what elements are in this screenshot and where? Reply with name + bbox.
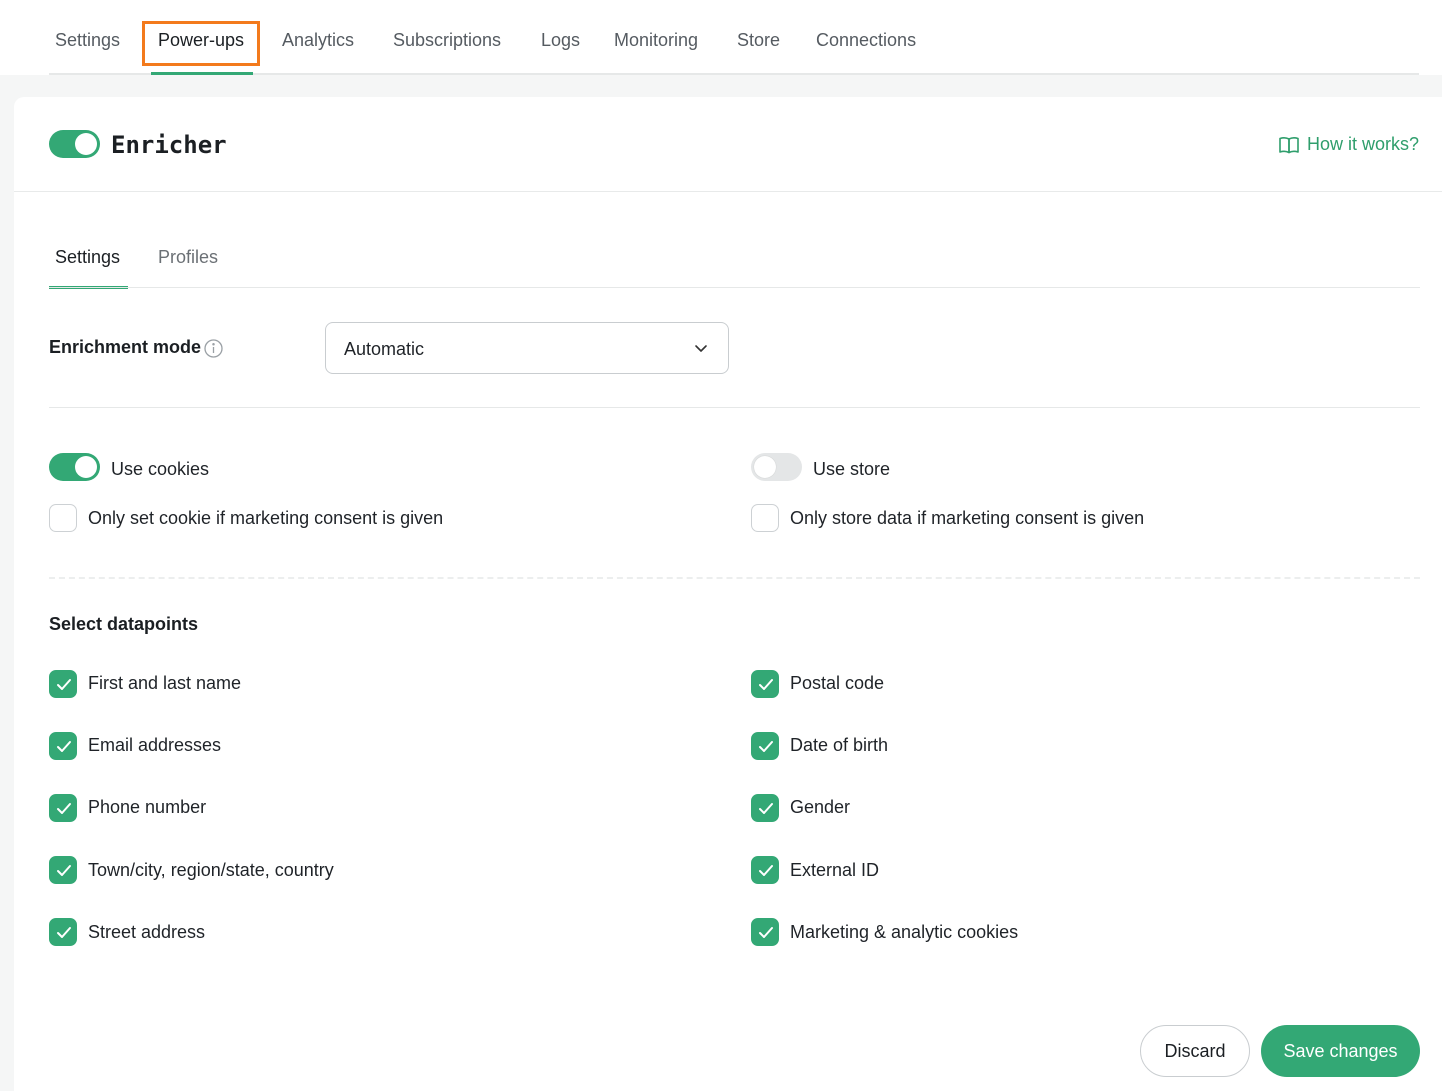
tab-store[interactable]: Store	[737, 30, 780, 51]
tab-analytics[interactable]: Analytics	[282, 30, 354, 51]
save-changes-button[interactable]: Save changes	[1261, 1025, 1420, 1077]
chevron-down-icon	[695, 345, 707, 352]
subtab-settings[interactable]: Settings	[55, 247, 120, 268]
datapoint-checkbox-name[interactable]	[49, 670, 77, 698]
datapoint-label-external-id: External ID	[790, 860, 880, 880]
datapoint-checkbox-birth[interactable]	[751, 732, 779, 760]
enricher-toggle[interactable]	[49, 130, 100, 158]
toggle-knob	[754, 456, 776, 478]
check-icon	[57, 865, 71, 876]
how-it-works-label: How it works?	[1306, 134, 1419, 154]
enrichment-divider	[49, 407, 1420, 408]
toggle-knob	[75, 456, 97, 478]
datapoint-checkbox-postal[interactable]	[751, 670, 779, 698]
how-it-works-link[interactable]: How it works?	[1279, 134, 1419, 155]
check-icon	[57, 803, 71, 814]
subtabs-divider	[49, 287, 1420, 288]
check-icon	[759, 865, 773, 876]
check-icon	[759, 927, 773, 938]
book-icon	[1279, 136, 1299, 153]
check-icon	[57, 679, 71, 690]
tab-connections[interactable]: Connections	[816, 30, 916, 51]
datapoint-checkbox-email[interactable]	[49, 732, 77, 760]
tab-subscriptions[interactable]: Subscriptions	[393, 30, 501, 51]
top-nav-divider	[49, 73, 1419, 75]
datapoint-checkbox-cookies[interactable]	[751, 918, 779, 946]
datapoint-checkbox-phone[interactable]	[49, 794, 77, 822]
section-divider	[49, 577, 1420, 579]
highlight-box	[142, 21, 260, 66]
store-consent-label: Only store data if marketing consent is …	[790, 508, 1145, 528]
subtab-profiles[interactable]: Profiles	[158, 247, 218, 268]
store-consent-checkbox[interactable]	[751, 504, 779, 532]
datapoint-label-gender: Gender	[790, 797, 851, 817]
enrichment-mode-label: Enrichment mode	[49, 337, 202, 357]
info-icon[interactable]	[204, 339, 223, 358]
datapoint-label-cookies: Marketing & analytic cookies	[790, 922, 1019, 942]
use-store-label: Use store	[813, 459, 891, 479]
datapoints-heading: Select datapoints	[49, 614, 199, 634]
check-icon	[57, 741, 71, 752]
active-tab-indicator	[151, 72, 253, 75]
check-icon	[759, 803, 773, 814]
datapoint-checkbox-street[interactable]	[49, 918, 77, 946]
datapoint-label-birth: Date of birth	[790, 735, 889, 755]
enrichment-mode-select[interactable]: Automatic	[325, 322, 729, 374]
cookie-consent-label: Only set cookie if marketing consent is …	[88, 508, 444, 528]
tab-monitoring[interactable]: Monitoring	[614, 30, 698, 51]
check-icon	[759, 679, 773, 690]
datapoint-label-postal: Postal code	[790, 673, 885, 693]
use-store-toggle[interactable]	[751, 453, 802, 481]
toggle-knob	[75, 133, 97, 155]
check-icon	[57, 927, 71, 938]
datapoint-checkbox-location[interactable]	[49, 856, 77, 884]
datapoint-label-location: Town/city, region/state, country	[88, 860, 334, 880]
top-navigation: Settings Power-ups Analytics Subscriptio…	[0, 0, 1442, 75]
discard-button[interactable]: Discard	[1140, 1025, 1250, 1077]
datapoint-checkbox-external-id[interactable]	[751, 856, 779, 884]
card-header: Enricher How it works?	[14, 97, 1442, 192]
page-title: Enricher	[111, 131, 227, 159]
datapoint-label-name: First and last name	[88, 673, 242, 693]
enrichment-mode-value: Automatic	[344, 339, 425, 359]
datapoint-label-street: Street address	[88, 922, 206, 942]
check-icon	[759, 741, 773, 752]
tab-settings[interactable]: Settings	[55, 30, 120, 51]
datapoint-checkbox-gender[interactable]	[751, 794, 779, 822]
tab-logs[interactable]: Logs	[541, 30, 580, 51]
use-cookies-toggle[interactable]	[49, 453, 100, 481]
datapoint-label-phone: Phone number	[88, 797, 207, 817]
datapoint-label-email: Email addresses	[88, 735, 222, 755]
use-cookies-label: Use cookies	[111, 459, 210, 479]
cookie-consent-checkbox[interactable]	[49, 504, 77, 532]
enricher-card: Enricher How it works? Settings Profiles…	[14, 97, 1442, 1091]
